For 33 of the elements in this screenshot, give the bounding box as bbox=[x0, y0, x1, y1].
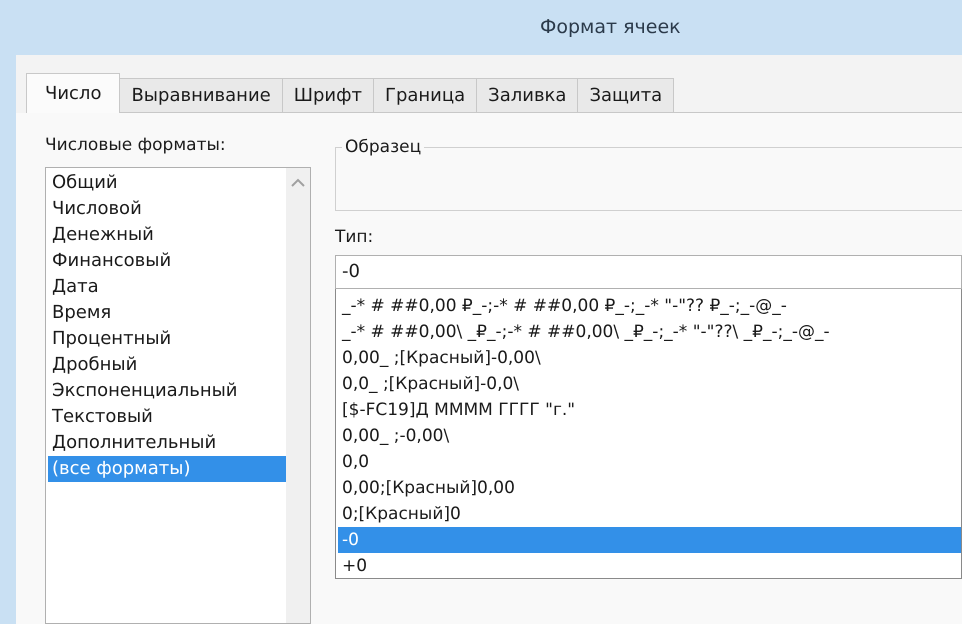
category-item[interactable]: Числовой bbox=[48, 196, 286, 222]
format-item[interactable]: 0,0_ ;[Красный]-0,0\ bbox=[338, 370, 961, 396]
tab[interactable]: Граница bbox=[374, 78, 478, 112]
tab[interactable]: Число bbox=[26, 73, 120, 113]
category-item[interactable]: Текстовый bbox=[48, 404, 286, 430]
category-item[interactable]: Финансовый bbox=[48, 248, 286, 274]
format-item[interactable]: 0,0 bbox=[338, 448, 961, 474]
format-item[interactable]: +0 bbox=[338, 552, 961, 578]
window-title: Формат ячеек bbox=[540, 15, 681, 40]
category-item[interactable]: Общий bbox=[48, 170, 286, 196]
tab[interactable]: Защита bbox=[578, 78, 674, 112]
field-label: Тип: bbox=[335, 226, 374, 249]
tab[interactable]: Заливка bbox=[477, 78, 578, 112]
category-item[interactable]: Дополнительный bbox=[48, 430, 286, 456]
tab[interactable]: Выравнивание bbox=[120, 78, 283, 112]
category-item[interactable]: Денежный bbox=[48, 222, 286, 248]
type-field[interactable]: -0 bbox=[335, 254, 962, 288]
format-item[interactable]: 0,00;[Красный]0,00 bbox=[338, 474, 961, 500]
format-item[interactable]: _-* # ##0,00 ₽_-;-* # ##0,00 ₽_-;_-* "-"?? ₽_-;_-@_- bbox=[338, 292, 961, 318]
format-item[interactable]: 0;[Красный]0 bbox=[338, 500, 961, 526]
category-item[interactable]: Время bbox=[48, 300, 286, 326]
list-label: Числовые форматы: bbox=[45, 134, 227, 157]
format-item[interactable]: 0,00_ ;-0,00\ bbox=[338, 422, 961, 448]
category-item[interactable]: Дата bbox=[48, 274, 286, 300]
format-item[interactable]: 0,00_ ;[Красный]-0,00\ bbox=[338, 344, 961, 370]
category-item[interactable]: Процентный bbox=[48, 326, 286, 352]
scrollbar[interactable] bbox=[286, 168, 310, 623]
category-item[interactable]: Дробный bbox=[48, 352, 286, 378]
category-item[interactable]: Экспоненциальный bbox=[48, 378, 286, 404]
tab[interactable]: Шрифт bbox=[282, 78, 374, 112]
format-item[interactable]: _-* # ##0,00\ _₽_-;-* # ##0,00\ _₽_-;_-* "-"??\ _₽_-;_-@_- bbox=[338, 318, 961, 344]
format-item[interactable]: [$-FC19]Д ММММ ГГГГ "г." bbox=[338, 396, 961, 422]
scroll-up-icon[interactable] bbox=[291, 178, 305, 186]
